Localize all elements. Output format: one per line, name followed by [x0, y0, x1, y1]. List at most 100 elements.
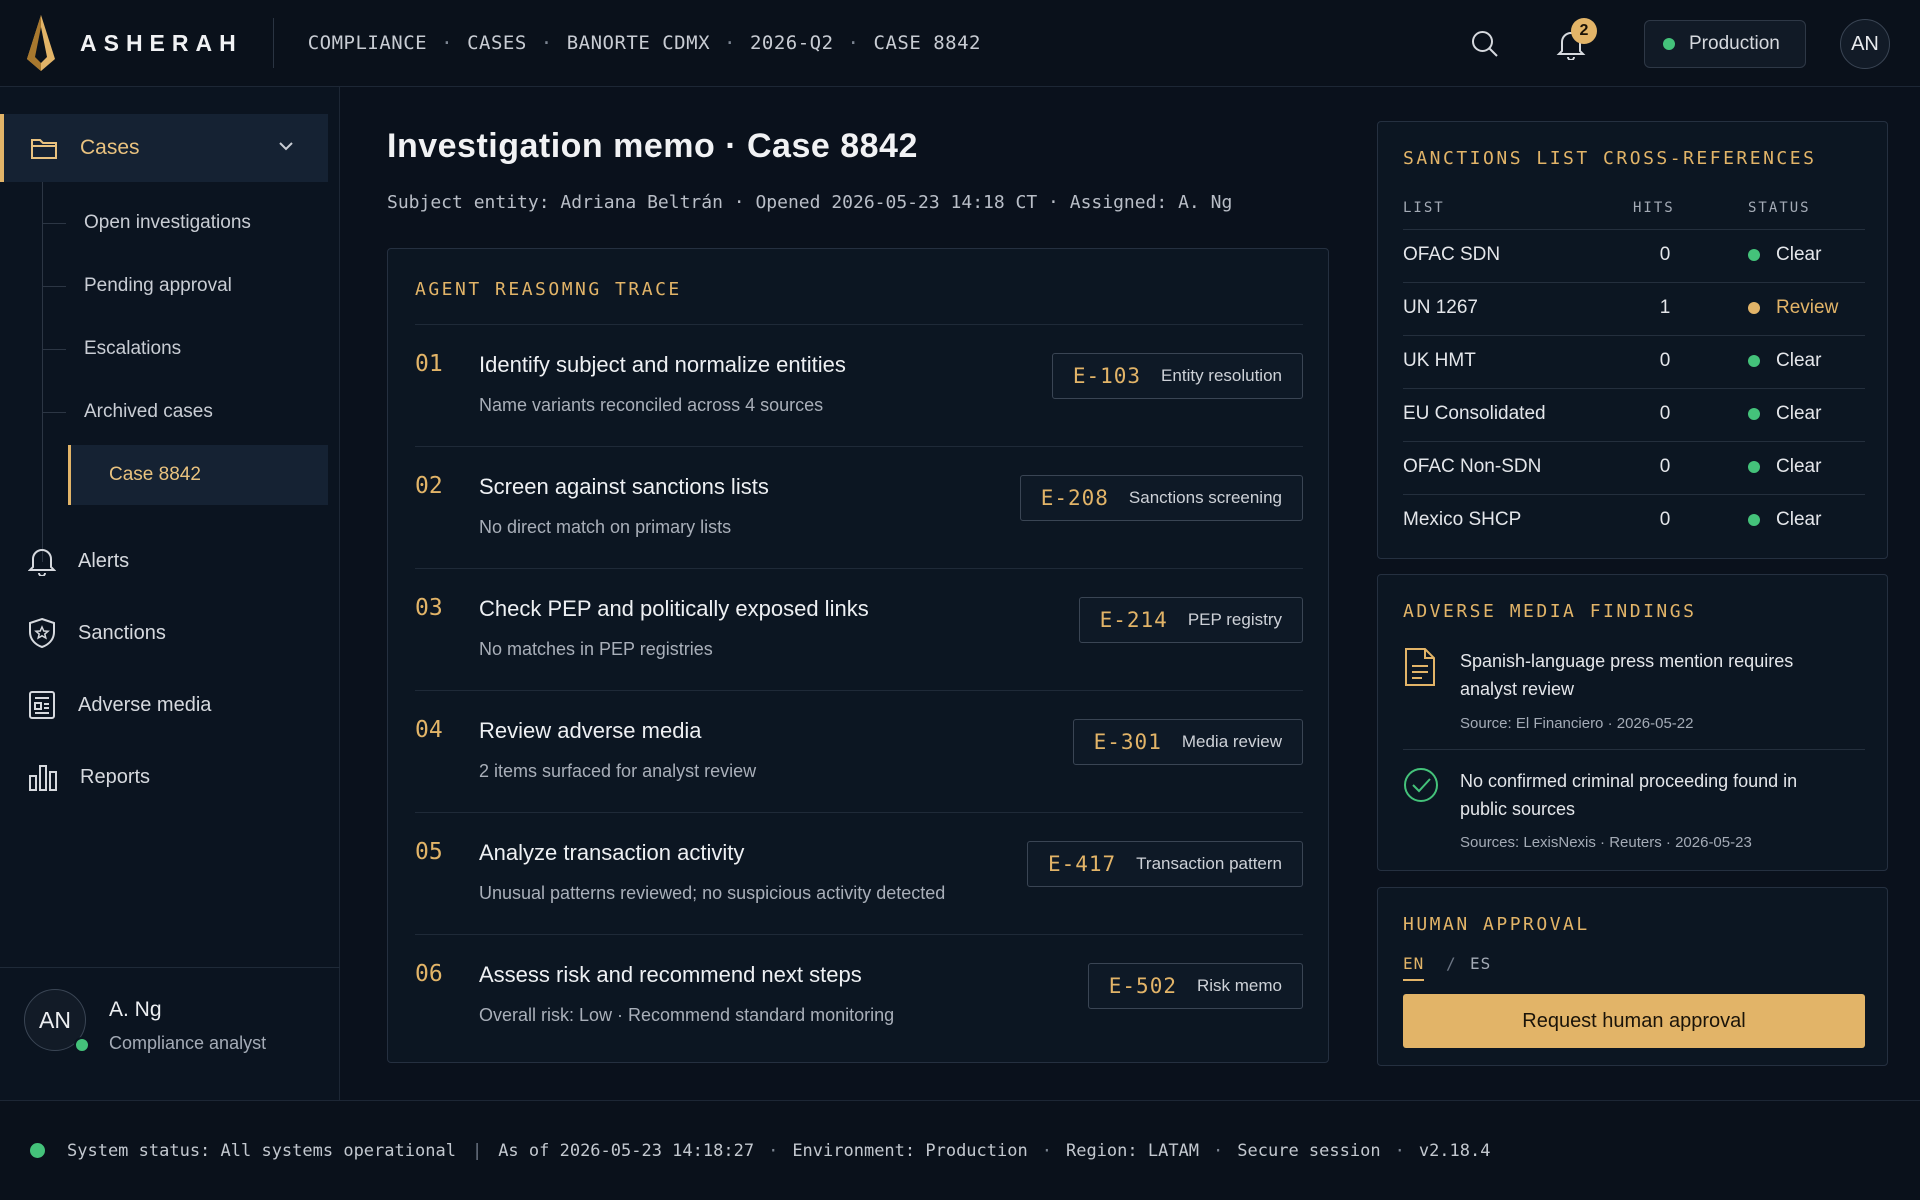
status-label: Clear	[1776, 456, 1822, 477]
status-badge: Clear	[1748, 350, 1821, 372]
evidence-label: Risk memo	[1196, 976, 1282, 995]
page-title: Investigation memo · Case 8842	[387, 127, 918, 165]
topbar-divider	[272, 18, 274, 68]
breadcrumb-separator: ·	[847, 32, 860, 54]
table-row[interactable]: OFAC SDN 0 Clear	[1403, 230, 1865, 282]
request-human-approval-button[interactable]: Request human approval	[1403, 994, 1865, 1048]
step-number: 02	[415, 473, 443, 499]
breadcrumb-cases[interactable]: CASES	[467, 32, 527, 54]
table-row[interactable]: OFAC Non-SDN 0 Clear	[1403, 442, 1865, 494]
evidence-code: E-103	[1072, 364, 1142, 388]
step-title: Assess risk and recommend next steps	[479, 962, 862, 987]
step-summary: Unusual patterns reviewed; no suspicious…	[479, 883, 946, 903]
breadcrumb-period[interactable]: 2026-Q2	[750, 32, 834, 54]
sidebar-subitem-label: Archived cases	[84, 401, 213, 422]
status-timestamp: As of 2026-05-23 14:18:27	[498, 1140, 755, 1161]
table-row[interactable]: Mexico SHCP 0 Clear	[1403, 495, 1865, 547]
step-title: Analyze transaction activity	[479, 840, 745, 865]
status-label: Clear	[1776, 509, 1822, 530]
panel-heading: ADVERSE MEDIA FINDINGS	[1403, 601, 1697, 622]
evidence-code: E-502	[1108, 974, 1177, 998]
evidence-code: E-208	[1040, 486, 1109, 510]
status-badge: Clear	[1748, 244, 1821, 266]
evidence-code: E-417	[1047, 852, 1117, 876]
logo[interactable]: ASHERAH	[24, 13, 243, 73]
status-badge: Clear	[1748, 456, 1821, 478]
sidebar-item-reports[interactable]: Reports	[0, 747, 328, 807]
sidebar-divider	[0, 967, 340, 968]
language-tab-en[interactable]: EN	[1403, 954, 1425, 981]
column-header-status: STATUS	[1748, 200, 1811, 216]
sidebar-item-alerts[interactable]: Alerts	[0, 531, 328, 591]
environment-selector[interactable]: Production	[1644, 20, 1806, 68]
table-row[interactable]: UK HMT 0 Clear	[1403, 336, 1865, 388]
environment-status-dot	[1663, 38, 1675, 50]
bar-chart-icon	[28, 762, 58, 792]
evidence-label: Sanctions screening	[1128, 488, 1282, 507]
breadcrumb: COMPLIANCE · CASES · BANORTE CDMX · 2026…	[308, 32, 981, 54]
sidebar-subitem-open-investigations[interactable]: Open investigations	[42, 195, 328, 251]
breadcrumb-compliance[interactable]: COMPLIANCE	[308, 32, 427, 54]
evidence-link-e-502[interactable]: E-502 Risk memo	[1087, 963, 1303, 1009]
bell-icon	[28, 546, 56, 576]
list-name: OFAC SDN	[1403, 244, 1501, 265]
trace-step: 04 Review adverse media 2 items surfaced…	[415, 691, 1303, 813]
status-bar: System status: All systems operational | A…	[0, 1100, 1920, 1200]
hit-count: 0	[1659, 350, 1671, 371]
sidebar-item-cases[interactable]: Cases	[0, 114, 328, 182]
table-row[interactable]: EU Consolidated 0 Clear	[1403, 389, 1865, 441]
list-name: UK HMT	[1403, 350, 1476, 371]
panel-heading: SANCTIONS LIST CROSS-REFERENCES	[1403, 148, 1817, 169]
step-summary: 2 items surfaced for analyst review	[479, 761, 757, 781]
shield-icon	[28, 617, 56, 649]
sidebar-subitem-pending-approval[interactable]: Pending approval	[42, 258, 328, 314]
breadcrumb-separator: ·	[540, 32, 553, 54]
evidence-label: Transaction pattern	[1136, 854, 1282, 873]
sidebar-item-sanctions[interactable]: Sanctions	[0, 603, 328, 663]
human-approval-panel: HUMAN APPROVAL EN / ES Request human app…	[1377, 887, 1888, 1066]
evidence-link-e-301[interactable]: E-301 Media review	[1072, 719, 1303, 765]
step-title: Check PEP and politically exposed links	[479, 596, 869, 621]
language-tab-es[interactable]: ES	[1470, 954, 1491, 973]
folder-icon	[30, 136, 58, 160]
step-summary: No direct match on primary lists	[479, 517, 732, 537]
breadcrumb-case: CASE 8842	[873, 32, 981, 54]
sidebar-subitem-label: Open investigations	[84, 212, 251, 233]
status-environment: Environment: Production	[792, 1140, 1028, 1161]
chevron-down-icon[interactable]	[276, 136, 296, 161]
status-dot	[1748, 514, 1760, 526]
language-separator: /	[1446, 954, 1456, 973]
step-number: 01	[415, 351, 443, 377]
evidence-link-e-208[interactable]: E-208 Sanctions screening	[1019, 475, 1303, 521]
sidebar-item-label: Adverse media	[78, 693, 212, 716]
sidebar-subitem-archived-cases[interactable]: Archived cases	[42, 384, 328, 440]
sidebar-item-adverse-media[interactable]: Adverse media	[0, 675, 328, 735]
user-avatar-button[interactable]: AN	[1840, 19, 1890, 69]
agent-reasoning-trace-panel: AGENT REASOMNG TRACE 01 Identify subject…	[387, 248, 1329, 1063]
app-name: ASHERAH	[80, 29, 243, 56]
breadcrumb-client[interactable]: BANORTE CDMX	[567, 32, 710, 54]
trace-step: 02 Screen against sanctions lists No dir…	[415, 447, 1303, 569]
status-label: Review	[1776, 297, 1839, 318]
notifications-button[interactable]: 2	[1549, 18, 1597, 66]
document-icon	[1403, 647, 1437, 692]
status-region: Region: LATAM	[1065, 1140, 1200, 1161]
evidence-link-e-417[interactable]: E-417 Transaction pattern	[1026, 841, 1303, 887]
status-dot	[1748, 461, 1760, 473]
sidebar-subitem-escalations[interactable]: Escalations	[42, 321, 328, 377]
status-label: Clear	[1776, 244, 1822, 265]
evidence-link-e-103[interactable]: E-103 Entity resolution	[1051, 353, 1303, 399]
hit-count: 0	[1659, 456, 1671, 477]
sidebar-subitem-case-8842[interactable]: Case 8842	[68, 445, 328, 505]
search-button[interactable]	[1463, 22, 1507, 66]
sidebar-user-role: Compliance analyst	[109, 1033, 267, 1053]
evidence-link-e-214[interactable]: E-214 PEP registry	[1078, 597, 1303, 643]
check-circle-icon	[1403, 767, 1439, 808]
evidence-label: PEP registry	[1187, 610, 1282, 629]
app-version: v2.18.4	[1418, 1140, 1491, 1161]
column-header-hits: HITS	[1633, 200, 1675, 216]
table-row[interactable]: UN 1267 1 Review	[1403, 283, 1865, 335]
trace-step: 01 Identify subject and normalize entiti…	[415, 325, 1303, 447]
step-number: 06	[415, 961, 443, 987]
evidence-code: E-214	[1099, 608, 1168, 632]
